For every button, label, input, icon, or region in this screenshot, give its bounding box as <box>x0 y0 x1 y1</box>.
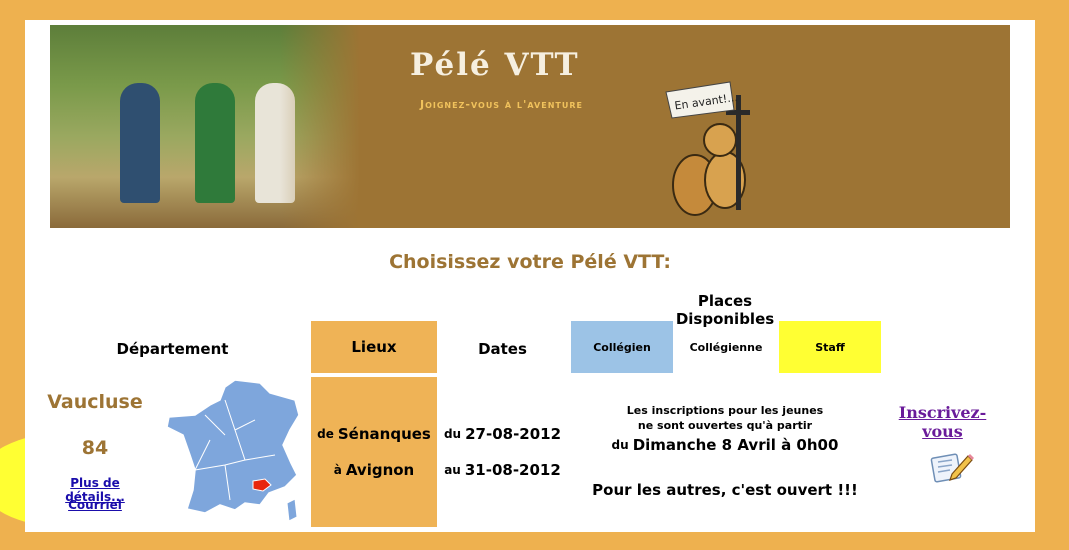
header-banner: Pélé VTT Joignez-vous à l'aventure En av… <box>50 25 1010 228</box>
mail-link[interactable]: Courriel <box>68 498 122 512</box>
details-link-cell: Plus de détails... <box>40 476 150 504</box>
squirrel-mascot-icon: En avant!... <box>665 81 750 216</box>
cyclists-photo <box>50 25 360 228</box>
places-title: Places Disponibles <box>675 292 775 328</box>
col-staff: Staff <box>779 321 881 373</box>
col-collegien: Collégien <box>571 321 673 373</box>
lieu-to-name: Avignon <box>345 461 415 479</box>
date-from: du 27-08-2012 <box>440 423 565 445</box>
inscription-line-2: ne sont ouvertes qu'à partir <box>637 418 813 432</box>
register-link-cell: Inscrivez-vous <box>880 403 1005 441</box>
page-content: Pélé VTT Joignez-vous à l'aventure En av… <box>25 20 1035 532</box>
lieu-to-prefix: à <box>333 463 342 477</box>
departement-number: 84 <box>81 437 109 459</box>
col-lieux: Lieux <box>311 321 437 373</box>
page-heading: Choisissez votre Pélé VTT: <box>389 251 671 273</box>
france-map-icon <box>166 379 300 522</box>
col-collegienne: Collégienne <box>689 340 763 354</box>
inscription-line-3-prefix: du <box>611 438 629 452</box>
lieu-to: à Avignon <box>311 459 437 481</box>
others-open-text: Pour les autres, c'est ouvert !!! <box>592 481 858 499</box>
lieu-from-name: Sénanques <box>337 425 431 443</box>
register-link[interactable]: Inscrivez-vous <box>880 403 1005 441</box>
col-departement: Département <box>116 340 229 358</box>
date-from-prefix: du <box>443 427 462 441</box>
rider-silhouette <box>195 83 235 203</box>
site-subtitle: Joignez-vous à l'aventure <box>420 98 583 111</box>
rider-silhouette <box>255 83 295 203</box>
date-to-value: 31-08-2012 <box>464 461 561 479</box>
mail-link-cell: Courriel <box>40 497 150 513</box>
lieux-cell: de Sénanques à Avignon <box>311 377 437 527</box>
date-from-value: 27-08-2012 <box>465 425 562 443</box>
date-to: au 31-08-2012 <box>440 459 565 481</box>
rider-silhouette <box>120 83 160 203</box>
inscription-line-1: Les inscriptions pour les jeunes <box>626 403 824 417</box>
site-title: Pélé VTT <box>410 47 580 83</box>
lieu-from: de Sénanques <box>311 423 437 445</box>
lieu-from-prefix: de <box>317 427 334 441</box>
inscription-line-3: du Dimanche 8 Avril à 0h00 <box>585 434 865 456</box>
inscription-opening-date: Dimanche 8 Avril à 0h00 <box>632 436 839 454</box>
register-pencil-icon[interactable] <box>930 448 974 484</box>
date-to-prefix: au <box>444 463 461 477</box>
col-dates: Dates <box>478 340 527 358</box>
departement-name: Vaucluse <box>47 391 143 413</box>
